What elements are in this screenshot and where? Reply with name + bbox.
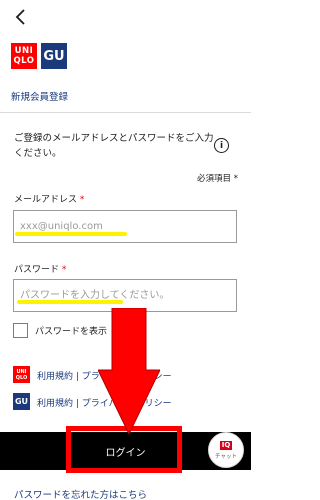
uniqlo-small-logo: UNI QLO bbox=[13, 366, 30, 383]
email-required-mark: * bbox=[79, 195, 85, 205]
forgot-password-link[interactable]: パスワードを忘れた方はこちら bbox=[14, 487, 147, 500]
uniqlo-logo[interactable]: UNI QLO bbox=[11, 43, 37, 69]
back-chevron-icon[interactable] bbox=[10, 6, 32, 28]
uniqlo-logo-line1: UNI bbox=[14, 46, 34, 56]
gu-terms-link[interactable]: 利用規約 | プライバシーポリシー bbox=[37, 396, 172, 409]
required-note: 必須項目 * bbox=[197, 174, 238, 184]
password-label: パスワード bbox=[14, 265, 60, 275]
chat-widget[interactable]: IQ チャット bbox=[208, 432, 244, 468]
intro-text: ご登録のメールアドレスとパスワードをご入力ください。 bbox=[14, 133, 214, 159]
password-highlight bbox=[17, 300, 123, 304]
email-highlight bbox=[15, 232, 127, 236]
password-label-row: パスワード * bbox=[14, 262, 66, 275]
password-field[interactable] bbox=[13, 279, 237, 312]
uniqlo-logo-line2: QLO bbox=[13, 56, 35, 66]
info-icon[interactable]: i bbox=[214, 138, 229, 153]
chat-label: チャット bbox=[215, 453, 237, 460]
uniqlo-terms-link[interactable]: 利用規約 | プライバシーポリシー bbox=[37, 369, 172, 382]
show-password-checkbox[interactable] bbox=[13, 323, 28, 338]
gu-logo-text: GU bbox=[43, 48, 65, 64]
gu-small-logo: GU bbox=[13, 393, 30, 410]
email-field[interactable] bbox=[13, 210, 237, 243]
divider bbox=[0, 112, 251, 113]
email-label-row: メールアドレス * bbox=[14, 192, 84, 205]
gu-logo[interactable]: GU bbox=[41, 43, 67, 69]
new-registration-link[interactable]: 新規会員登録 bbox=[11, 89, 68, 103]
show-password-label[interactable]: パスワードを表示 bbox=[35, 324, 107, 337]
chat-badge: IQ bbox=[219, 440, 233, 450]
password-required-mark: * bbox=[61, 265, 67, 275]
email-label: メールアドレス bbox=[14, 195, 78, 205]
